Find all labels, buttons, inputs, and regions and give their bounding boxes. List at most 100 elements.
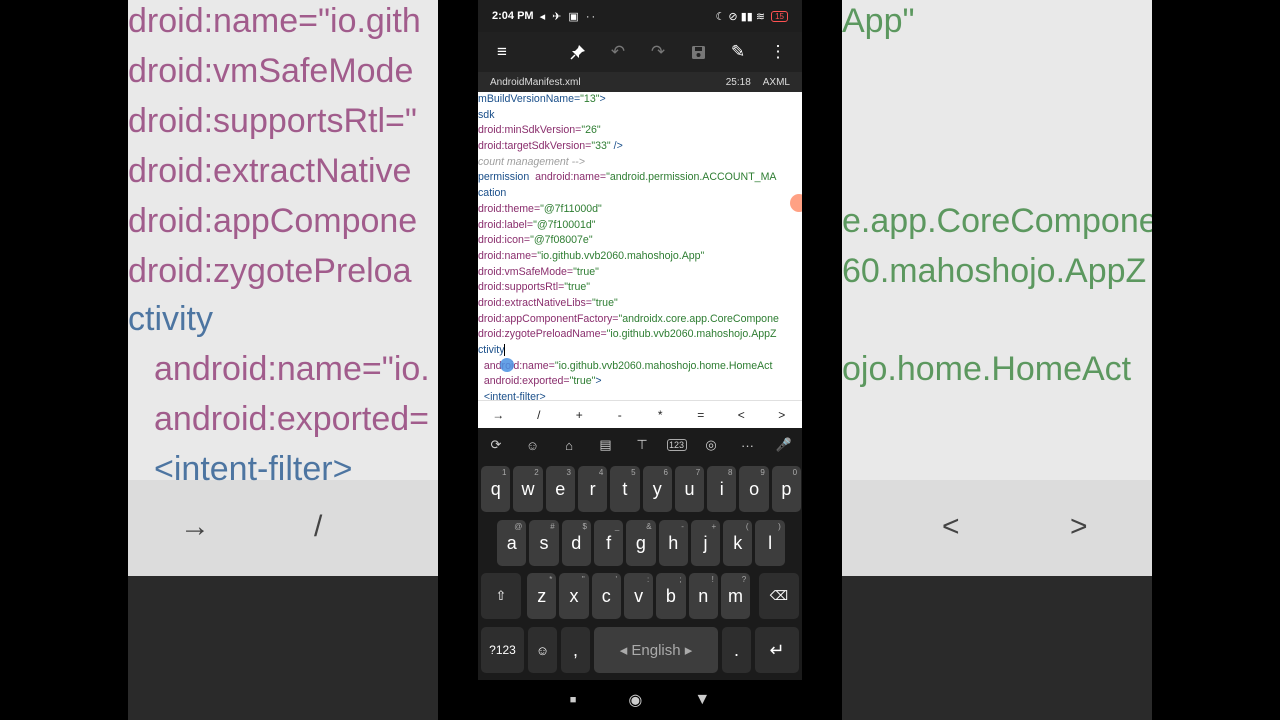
period-key[interactable]: .	[722, 627, 751, 673]
key-j[interactable]: j +	[690, 520, 721, 566]
key-g[interactable]: g &	[626, 520, 656, 566]
code-line[interactable]: droid:extractNativeLibs="true"	[478, 296, 802, 312]
symbol-key[interactable]: →	[483, 408, 513, 422]
key-d[interactable]: d $	[561, 520, 591, 566]
symbol-key[interactable]: =	[686, 408, 716, 422]
code-line[interactable]: droid:name="io.github.vvb2060.mahoshojo.…	[478, 249, 802, 265]
key-m[interactable]: m?	[720, 573, 751, 619]
code-line[interactable]: sdk	[478, 108, 802, 124]
bg-code-line: <intent-filter>	[154, 450, 353, 488]
backspace-key[interactable]: ⌫	[759, 573, 799, 619]
symbol-key[interactable]: <	[726, 408, 756, 422]
key-n[interactable]: n!	[688, 573, 718, 619]
key-hint: 2	[534, 468, 539, 477]
undo-icon[interactable]: ↶	[608, 42, 628, 62]
text-edit-icon[interactable]: ⊤	[630, 437, 654, 453]
code-line[interactable]: ctivity	[478, 343, 802, 359]
comma-key[interactable]: ,	[561, 627, 590, 673]
menu-icon[interactable]: ≡	[492, 42, 512, 62]
code-line[interactable]: cation	[478, 186, 802, 202]
back-square-icon[interactable]: ■	[570, 694, 577, 706]
code-editor[interactable]: mBuildVersionName="13"> sdk droid:minSdkVe…	[478, 92, 802, 400]
key-h[interactable]: h-	[658, 520, 688, 566]
symbol-key[interactable]: *	[645, 408, 675, 422]
key-t[interactable]: t5	[610, 466, 640, 512]
symbols-key[interactable]: ?123	[481, 627, 524, 673]
key-y[interactable]: y6	[642, 466, 672, 512]
key-u[interactable]: u7	[674, 466, 705, 512]
emoji-key[interactable]: ☺	[528, 627, 557, 673]
key-w[interactable]: w2	[513, 466, 543, 512]
save-icon[interactable]	[688, 42, 708, 62]
text-selection-handle[interactable]	[500, 358, 514, 372]
recents-triangle-icon[interactable]: ▼	[694, 691, 710, 709]
system-icons: ☾ ⊘ ▮▮ ≋	[715, 10, 766, 23]
key-s[interactable]: s #	[529, 520, 559, 566]
pin-icon[interactable]	[568, 42, 588, 62]
key-v[interactable]: v:	[623, 573, 654, 619]
floating-bubble[interactable]	[790, 194, 802, 212]
more-icon[interactable]: ···	[736, 438, 760, 453]
code-line[interactable]: droid:vmSafeMode="true"	[478, 265, 802, 281]
key-e[interactable]: e3	[545, 466, 575, 512]
key-a[interactable]: a @	[497, 520, 527, 566]
symbol-key[interactable]: /	[524, 408, 554, 422]
bg-symbol: /	[314, 510, 323, 543]
key-label: a	[506, 532, 517, 553]
file-info-bar: AndroidManifest.xml 25:18 AXML	[478, 72, 802, 92]
symbol-key[interactable]: +	[564, 408, 594, 422]
code-line[interactable]: count management -->	[478, 155, 802, 171]
key-row-2: a @ s # d $ f _ g & h - j + k(l)	[478, 520, 802, 568]
language-mode[interactable]: AXML	[763, 77, 790, 88]
key-k[interactable]: k(	[723, 520, 753, 566]
edit-pencil-icon[interactable]: ✎	[728, 42, 748, 62]
key-x[interactable]: x "	[559, 573, 589, 619]
code-line[interactable]: droid:supportsRtl="true"	[478, 280, 802, 296]
code-line[interactable]: android:exported="true">	[478, 374, 802, 390]
spacebar-key[interactable]: ◂ English ▸	[594, 627, 718, 673]
key-l[interactable]: l)	[755, 520, 785, 566]
code-string: "io.github.vvb2060.mahoshojo.home.HomeAc…	[554, 359, 773, 372]
code-line[interactable]: droid:zygotePreloadName="io.github.vvb20…	[478, 327, 802, 343]
code-lines[interactable]: mBuildVersionName="13"> sdk droid:minSdkVe…	[478, 92, 802, 400]
key-label: s	[539, 532, 549, 553]
store-icon[interactable]: ⌂	[557, 438, 581, 453]
translate-icon[interactable]: ⟳	[484, 437, 508, 453]
shift-key[interactable]: ⇧	[481, 573, 521, 619]
numpad-icon[interactable]: 123	[666, 439, 687, 451]
code-line[interactable]: droid:targetSdkVersion="33" />	[478, 139, 802, 155]
key-z[interactable]: z *	[527, 573, 557, 619]
code-line[interactable]: droid:icon="@7f08007e"	[478, 233, 802, 249]
key-hint: $	[582, 522, 587, 531]
key-label: e	[555, 478, 566, 499]
key-p[interactable]: p0	[771, 466, 802, 512]
more-options-icon[interactable]: ⋮	[768, 42, 788, 62]
code-line[interactable]: droid:label="@7f10001d"	[478, 218, 802, 234]
home-circle-icon[interactable]: ◉	[628, 690, 642, 710]
key-i[interactable]: i8	[707, 466, 737, 512]
key-c[interactable]: c '	[591, 573, 621, 619]
code-line[interactable]: droid:theme="@7f11000d"	[478, 202, 802, 218]
code-line[interactable]: permission android:name="android.permiss…	[478, 170, 802, 186]
key-b[interactable]: b;	[656, 573, 686, 619]
redo-icon[interactable]: ↷	[648, 42, 668, 62]
code-line[interactable]: droid:appComponentFactory="androidx.core…	[478, 312, 802, 328]
key-q[interactable]: q1	[481, 466, 511, 512]
clipboard-icon[interactable]: ▤	[594, 437, 618, 453]
code-line[interactable]: droid:minSdkVersion="26"	[478, 123, 802, 139]
microphone-icon[interactable]: 🎤	[772, 437, 796, 453]
code-line[interactable]: <intent-filter>	[478, 390, 802, 400]
theme-icon[interactable]: ◎	[699, 437, 723, 453]
enter-key[interactable]: ↵	[755, 627, 799, 673]
key-f[interactable]: f _	[593, 520, 624, 566]
sticker-icon[interactable]: ☺	[521, 438, 545, 453]
code-line[interactable]: mBuildVersionName="13">	[478, 92, 802, 108]
code-attribute: droid:appComponentFactory=	[478, 312, 619, 325]
key-o[interactable]: o9	[739, 466, 769, 512]
key-r[interactable]: r4	[577, 466, 608, 512]
symbol-key[interactable]: >	[767, 408, 797, 422]
key-label: f	[606, 532, 612, 553]
symbol-key[interactable]: -	[605, 408, 635, 422]
code-line[interactable]: android:name="io.github.vvb2060.mahoshoj…	[478, 359, 802, 375]
bg-symbol: >	[1070, 510, 1088, 543]
